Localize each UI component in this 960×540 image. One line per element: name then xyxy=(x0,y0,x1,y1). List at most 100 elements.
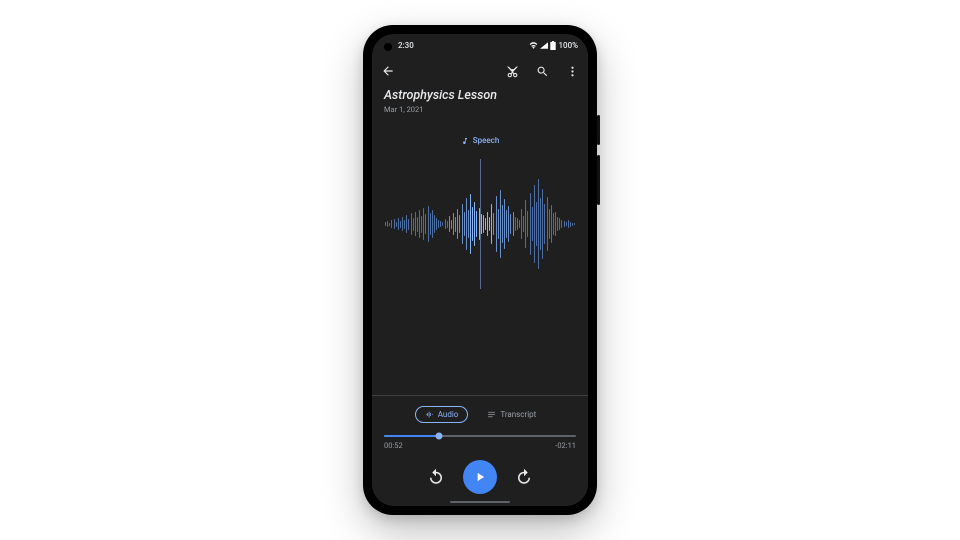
wave-bar xyxy=(451,220,452,229)
wave-bar xyxy=(527,211,528,237)
remaining-time: -02:11 xyxy=(555,441,576,450)
wave-bar xyxy=(551,205,552,243)
wave-bar xyxy=(398,218,399,230)
tab-transcript[interactable]: Transcript xyxy=(478,406,545,423)
time-row: 00:52 -02:11 xyxy=(384,441,576,450)
wave-bar xyxy=(457,209,458,239)
waveform[interactable] xyxy=(385,159,575,289)
wave-bar xyxy=(542,189,543,259)
seek-fill xyxy=(384,435,439,437)
wave-bar xyxy=(561,220,562,228)
wave-bar xyxy=(459,215,460,233)
wave-bar xyxy=(502,205,503,243)
wave-bar xyxy=(430,213,431,235)
wave-bar xyxy=(519,220,520,228)
wave-bar xyxy=(493,213,494,235)
scissors-icon xyxy=(506,65,519,78)
wave-bar xyxy=(566,222,567,226)
wave-bar xyxy=(455,217,456,232)
wave-bar xyxy=(468,210,469,238)
wave-bar xyxy=(432,210,433,238)
status-bar: 2:30 100% xyxy=(372,34,588,56)
wave-bar xyxy=(525,200,526,248)
wave-bar xyxy=(387,221,388,227)
wave-bar xyxy=(572,223,573,226)
wave-bar xyxy=(540,198,541,250)
tab-audio[interactable]: Audio xyxy=(415,406,469,423)
wave-bar xyxy=(564,221,565,227)
wave-bar xyxy=(568,220,569,228)
wave-bar xyxy=(389,223,390,226)
wave-bar xyxy=(440,221,441,227)
back-button[interactable] xyxy=(380,63,396,79)
status-time: 2:30 xyxy=(398,41,414,50)
wave-bar xyxy=(549,209,550,239)
play-button[interactable] xyxy=(463,460,497,494)
wave-bar xyxy=(415,212,416,236)
forward-button[interactable] xyxy=(515,468,533,486)
wave-bar xyxy=(428,206,429,242)
wave-bar xyxy=(400,221,401,228)
wave-bar xyxy=(483,215,484,233)
wave-bar xyxy=(570,222,571,227)
rewind-button[interactable] xyxy=(427,468,445,486)
wave-bar xyxy=(396,222,397,227)
app-bar xyxy=(372,56,588,86)
wave-bar xyxy=(406,215,407,233)
wave-bar xyxy=(506,210,507,238)
elapsed-time: 00:52 xyxy=(384,441,403,450)
seek-thumb[interactable] xyxy=(435,433,442,440)
wave-bar xyxy=(544,204,545,244)
wave-bar xyxy=(487,212,488,236)
seek-bar[interactable] xyxy=(384,435,576,437)
wave-bar xyxy=(489,217,490,231)
wave-bar xyxy=(557,217,558,231)
wave-bar xyxy=(438,220,439,228)
play-icon xyxy=(473,470,487,484)
wave-bar xyxy=(470,194,471,254)
wave-bar xyxy=(500,190,501,258)
wifi-icon xyxy=(529,42,538,49)
crop-button[interactable] xyxy=(504,63,520,79)
wave-bar xyxy=(513,212,514,236)
wave-bar xyxy=(472,207,473,241)
wave-bar xyxy=(485,218,486,230)
music-note-icon xyxy=(461,137,469,145)
wave-bar xyxy=(453,213,454,235)
playback-controls xyxy=(384,460,576,494)
wave-bar xyxy=(555,212,556,236)
search-button[interactable] xyxy=(534,63,550,79)
wave-bar xyxy=(547,197,548,251)
wave-bar xyxy=(423,208,424,240)
signal-icon xyxy=(540,42,548,49)
wave-bar xyxy=(464,212,465,236)
wave-bar xyxy=(530,193,531,255)
wave-bar xyxy=(508,206,509,242)
wave-bar xyxy=(411,213,412,235)
more-button[interactable] xyxy=(564,63,580,79)
wave-bar xyxy=(466,198,467,250)
audio-wave-icon xyxy=(425,410,434,419)
wave-bar xyxy=(474,202,475,246)
wave-bar xyxy=(449,216,450,232)
battery-icon xyxy=(550,41,556,50)
wave-bar xyxy=(417,217,418,232)
wave-bar xyxy=(481,214,482,234)
recording-title: Astrophysics Lesson xyxy=(384,88,576,103)
wave-bar xyxy=(442,222,443,226)
home-indicator[interactable] xyxy=(450,501,510,503)
wave-bar xyxy=(447,221,448,228)
wave-bar xyxy=(476,211,477,237)
wave-bar xyxy=(425,214,426,234)
wave-bar xyxy=(385,222,386,226)
wave-bar xyxy=(479,208,480,240)
wave-bar xyxy=(391,220,392,228)
waveform-area: Speech xyxy=(372,122,588,395)
wave-bar xyxy=(523,216,524,232)
forward-icon xyxy=(515,468,533,486)
wave-bar xyxy=(402,217,403,231)
side-button xyxy=(597,115,600,145)
wave-bar xyxy=(408,219,409,230)
wave-bar xyxy=(504,199,505,249)
wave-bar xyxy=(498,209,499,239)
